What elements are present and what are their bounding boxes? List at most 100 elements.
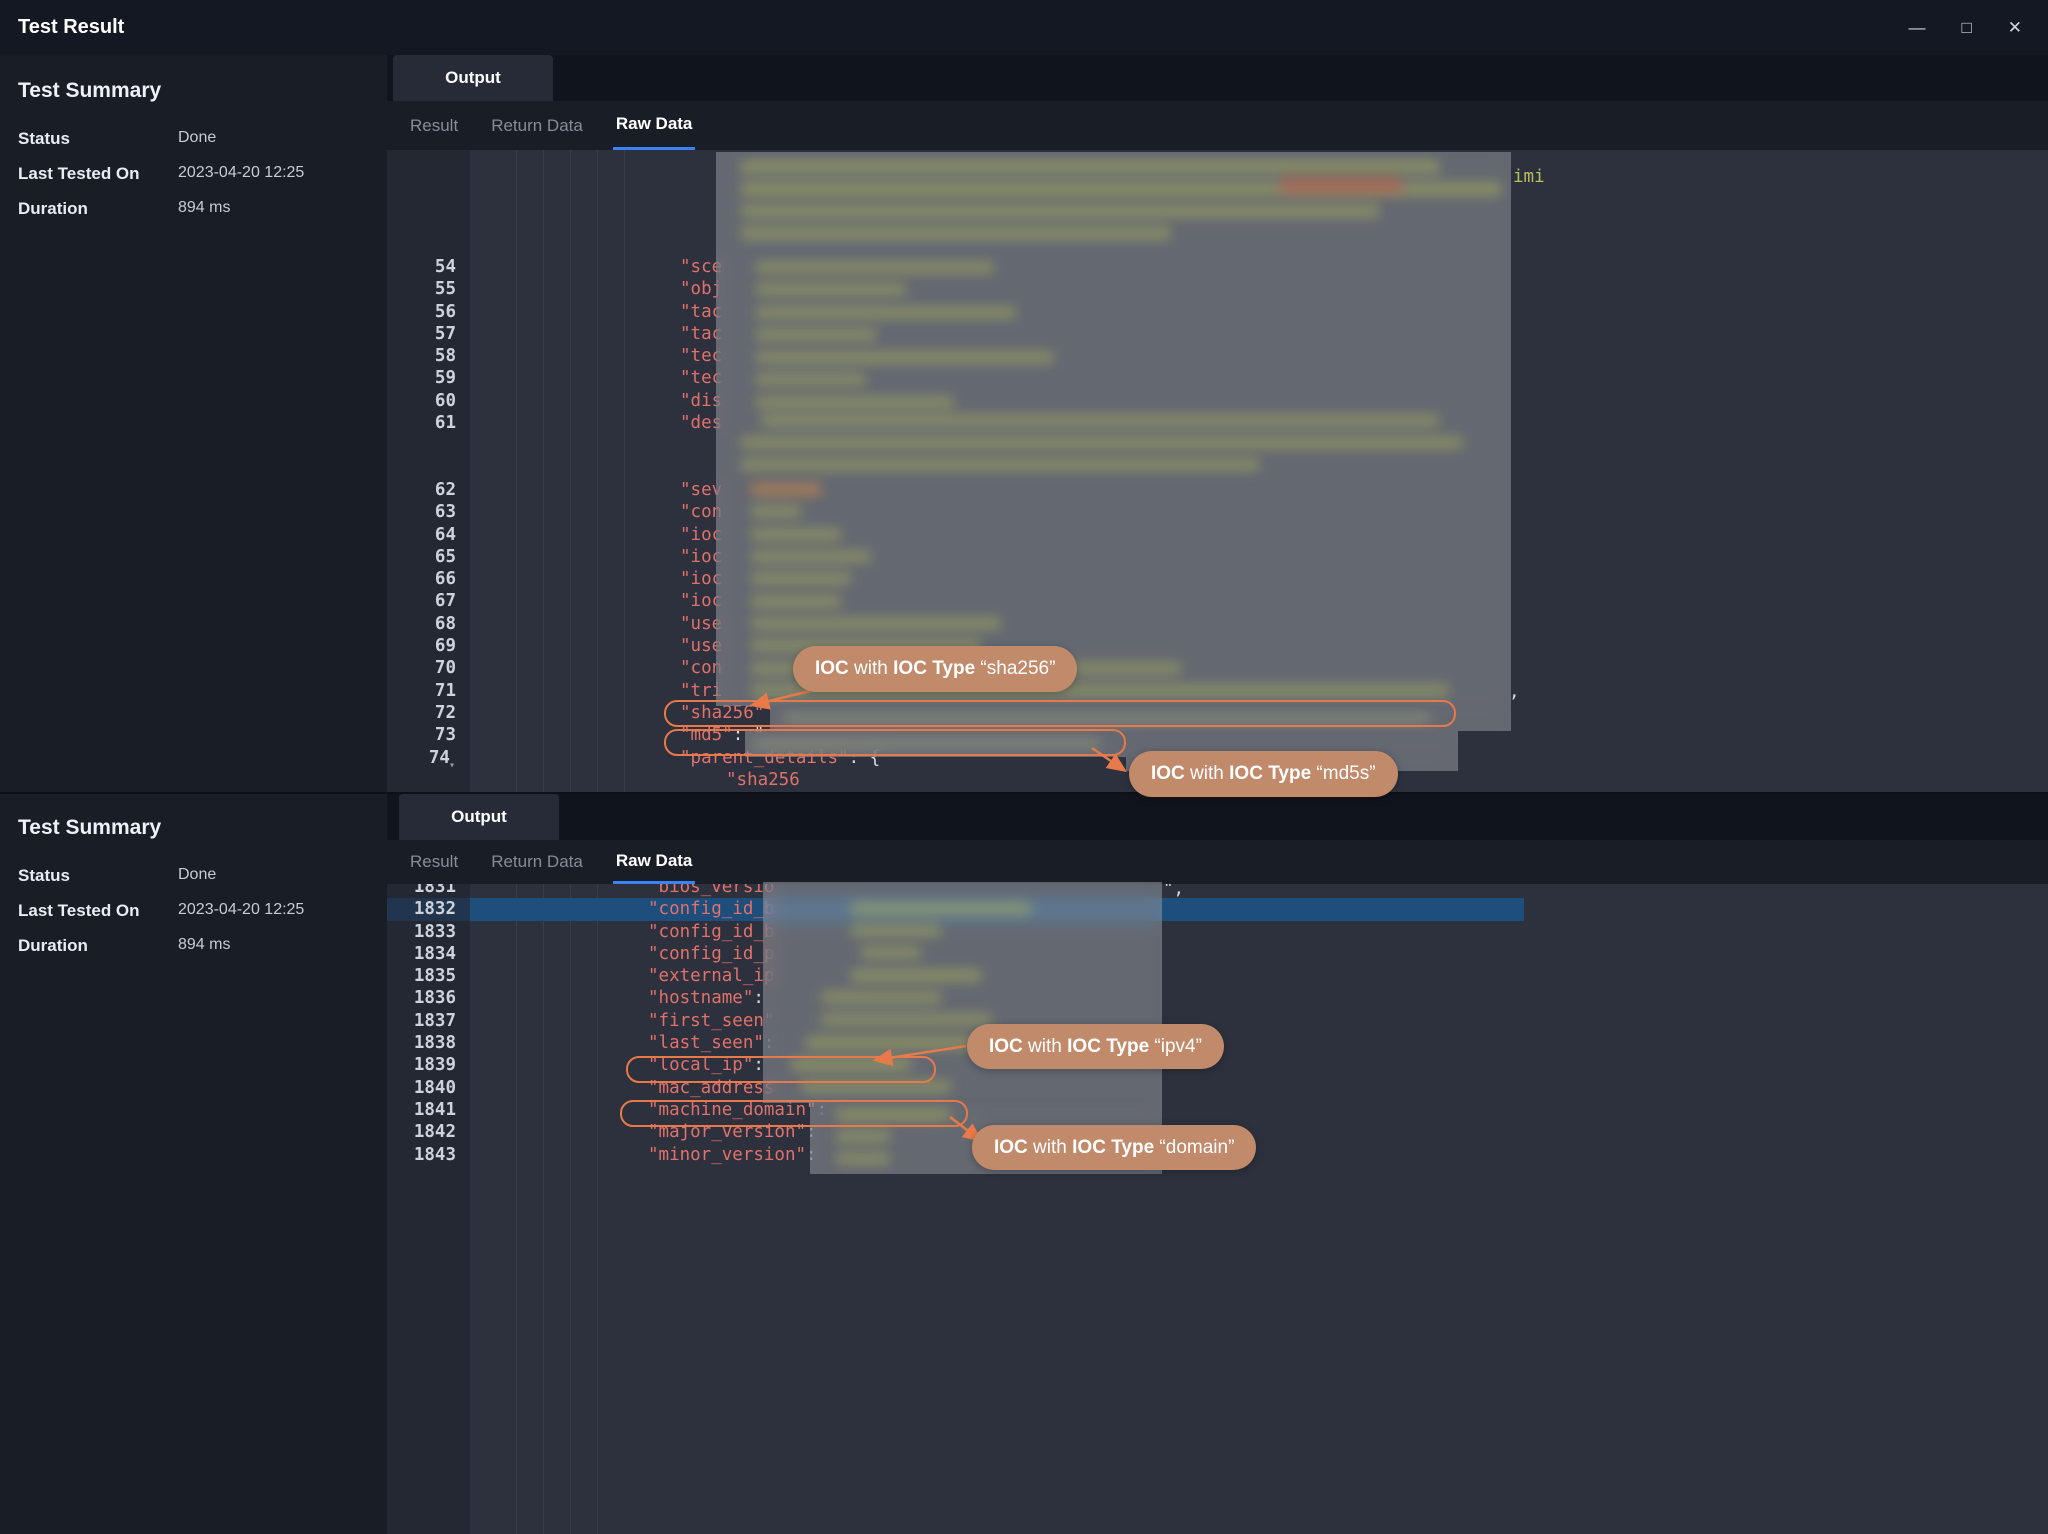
- blur-smudge: [820, 1013, 992, 1026]
- callout-text: IOC: [815, 658, 849, 680]
- blur-smudge: [740, 458, 1260, 471]
- blur-smudge: [750, 528, 842, 541]
- ioc-highlight-sha256: [664, 700, 1456, 727]
- callout-text: “md5s”: [1311, 763, 1375, 785]
- callout-text: with: [1028, 1137, 1072, 1159]
- callout-text: “domain”: [1154, 1137, 1234, 1159]
- summary-row-status: Status Done: [18, 129, 387, 149]
- ioc-callout-ipv4: IOC with IOC Type “ipv4”: [967, 1024, 1224, 1069]
- last-tested-value: 2023-04-20 12:25: [178, 164, 304, 184]
- status-value: Done: [178, 129, 216, 149]
- callout-text: IOC Type: [1072, 1137, 1154, 1159]
- blur-smudge: [740, 204, 1380, 218]
- status-value: Done: [178, 866, 216, 886]
- blur-smudge: [755, 328, 877, 341]
- duration-value: 894 ms: [178, 199, 230, 219]
- blur-smudge: [755, 283, 907, 296]
- tab-output[interactable]: Output: [399, 794, 559, 840]
- output-tabstrip: Output: [387, 55, 2048, 101]
- blur-smudge: [740, 226, 1172, 240]
- callout-text: IOC: [1151, 763, 1185, 785]
- ioc-callout-sha256: IOC with IOC Type “sha256”: [793, 646, 1077, 692]
- subtab-return-data[interactable]: Return Data: [488, 101, 586, 150]
- blur-smudge: [755, 351, 1055, 364]
- blur-smudge: [750, 617, 1002, 630]
- last-tested-label: Last Tested On: [18, 164, 178, 184]
- code-line: 1834"config_id_p: [387, 943, 2048, 965]
- close-icon[interactable]: ✕: [2008, 19, 2022, 36]
- fold-arrow-icon[interactable]: ▾: [449, 760, 455, 771]
- callout-text: “sha256”: [975, 658, 1055, 680]
- callout-text: IOC Type: [1229, 763, 1311, 785]
- subtab-result[interactable]: Result: [407, 840, 461, 884]
- test-result-window: Test Result — □ ✕ Test Summary Status Do…: [0, 0, 2048, 1534]
- minimize-icon[interactable]: —: [1908, 19, 1925, 36]
- blur-smudge: [750, 595, 842, 608]
- blur-smudge: [850, 924, 942, 937]
- blur-smudge: [820, 991, 942, 1004]
- duration-label: Duration: [18, 199, 178, 219]
- maximize-icon[interactable]: □: [1961, 19, 1971, 36]
- output-subtabs: Result Return Data Raw Data: [387, 840, 2048, 884]
- truncated-string-fragment: imi: [1513, 166, 1545, 188]
- subtab-return-data[interactable]: Return Data: [488, 840, 586, 884]
- blur-smudge: [755, 373, 867, 386]
- test-summary-panel: Test Summary Status Done Last Tested On …: [0, 55, 387, 792]
- code-line: 1831"bios_versio: [387, 884, 2048, 898]
- subtab-result[interactable]: Result: [407, 101, 461, 150]
- blur-smudge: [860, 946, 922, 959]
- ioc-callout-md5s: IOC with IOC Type “md5s”: [1129, 751, 1398, 797]
- callout-text: IOC: [994, 1137, 1028, 1159]
- blur-smudge: [750, 572, 852, 585]
- callout-text: with: [1185, 763, 1229, 785]
- callout-text: IOC: [989, 1036, 1023, 1058]
- callout-text: with: [849, 658, 893, 680]
- blur-smudge: [805, 1036, 977, 1049]
- summary-row-last-tested: Last Tested On 2023-04-20 12:25: [18, 164, 387, 184]
- blur-smudge: [760, 414, 1440, 427]
- blur-smudge: [1280, 178, 1402, 193]
- last-tested-label: Last Tested On: [18, 901, 178, 921]
- summary-row-duration: Duration 894 ms: [18, 199, 387, 219]
- test-summary-heading: Test Summary: [18, 816, 387, 840]
- test-summary-heading: Test Summary: [18, 79, 387, 103]
- trailing-quote-comma-fragment: ",: [1163, 884, 1184, 900]
- status-label: Status: [18, 866, 178, 886]
- subtab-raw-data[interactable]: Raw Data: [613, 840, 696, 884]
- status-label: Status: [18, 129, 178, 149]
- callout-text: IOC Type: [893, 658, 975, 680]
- callout-text: “ipv4”: [1149, 1036, 1202, 1058]
- blur-smudge: [740, 160, 1440, 174]
- ioc-highlight-md5: [664, 729, 1126, 756]
- ioc-callout-domain: IOC with IOC Type “domain”: [972, 1125, 1256, 1170]
- code-line: 1833"config_id_b: [387, 921, 2048, 943]
- blur-smudge: [835, 1130, 891, 1143]
- ioc-highlight-local-ip: [626, 1056, 936, 1083]
- blur-smudge: [750, 505, 802, 518]
- code-line: 1835"external_ip: [387, 965, 2048, 987]
- blur-smudge: [740, 436, 1464, 449]
- subtab-raw-data[interactable]: Raw Data: [613, 101, 696, 150]
- last-tested-value: 2023-04-20 12:25: [178, 901, 304, 921]
- blur-smudge: [755, 261, 995, 274]
- blur-smudge: [850, 969, 982, 982]
- blur-smudge: [755, 396, 955, 409]
- blur-smudge: [835, 1152, 891, 1165]
- callout-text: with: [1023, 1036, 1067, 1058]
- summary-row-duration: Duration 894 ms: [18, 936, 387, 956]
- test-summary-panel: Test Summary Status Done Last Tested On …: [0, 794, 387, 1534]
- raw-data-viewer[interactable]: 1831"bios_versio1832"config_id_b1833"con…: [387, 884, 2048, 1534]
- redaction-blur: [716, 152, 1511, 706]
- window-controls: — □ ✕: [1908, 19, 2022, 36]
- code-line: 1836"hostname":: [387, 987, 2048, 1009]
- blur-smudge: [750, 483, 822, 496]
- ioc-highlight-machine-domain: [620, 1100, 968, 1127]
- output-tabstrip: Output: [387, 794, 2048, 840]
- summary-row-last-tested: Last Tested On 2023-04-20 12:25: [18, 901, 387, 921]
- tab-output[interactable]: Output: [393, 55, 553, 101]
- code-line: 1837"first_seen": [387, 1010, 2048, 1032]
- duration-value: 894 ms: [178, 936, 230, 956]
- summary-row-status: Status Done: [18, 866, 387, 886]
- output-subtabs: Result Return Data Raw Data: [387, 101, 2048, 150]
- blur-smudge: [755, 306, 1017, 319]
